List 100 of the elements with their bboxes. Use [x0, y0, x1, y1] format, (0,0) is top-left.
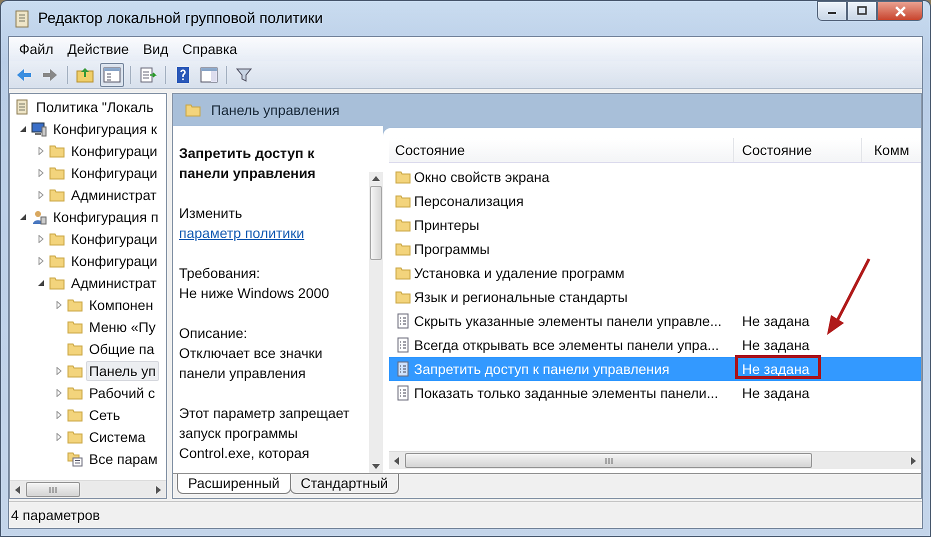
policy-name: Запретить доступ к панели управления: [414, 361, 670, 377]
grip-icon: [604, 458, 612, 464]
policy-name: Окно свойств экрана: [414, 169, 550, 185]
vertical-scrollbar[interactable]: [369, 172, 383, 473]
tree-item[interactable]: Конфигураци: [68, 251, 160, 271]
table-row[interactable]: Установка и удаление программ: [389, 261, 921, 285]
description-text: Отключает все значки панели управления: [179, 344, 324, 383]
expand-arrow-icon[interactable]: [55, 389, 63, 397]
folder-icon: [395, 169, 411, 185]
tree-item[interactable]: Компонен: [86, 295, 156, 315]
settings-list-icon: [67, 451, 83, 467]
setting-icon: [395, 337, 411, 353]
horizontal-scrollbar[interactable]: [10, 480, 166, 498]
menu-item[interactable]: Вид: [136, 41, 176, 57]
folder-icon: [395, 193, 411, 209]
scrollbar-thumb[interactable]: [370, 186, 382, 260]
close-icon: [894, 6, 906, 16]
tree-item[interactable]: Панель уп: [86, 361, 159, 381]
horizontal-scrollbar[interactable]: [389, 451, 921, 469]
column-header[interactable]: Состояние: [389, 138, 734, 162]
menu-item[interactable]: Справка: [175, 41, 244, 57]
panel-title: Панель управления: [211, 102, 340, 118]
folder-icon: [395, 217, 411, 233]
column-header[interactable]: Комм: [862, 138, 921, 162]
setting-icon: [395, 385, 411, 401]
scrollbar-thumb[interactable]: [26, 482, 80, 497]
menu-item[interactable]: Действие: [60, 41, 136, 57]
tree-item[interactable]: Сеть: [86, 405, 124, 425]
expand-arrow-icon[interactable]: [37, 257, 45, 265]
table-row[interactable]: Язык и региональные стандарты: [389, 285, 921, 309]
folder-icon: [395, 289, 411, 305]
table-row[interactable]: Программы: [389, 237, 921, 261]
folder-icon: [67, 385, 83, 401]
scrollbar-thumb[interactable]: [405, 453, 812, 468]
view-tab[interactable]: Расширенный: [177, 474, 291, 494]
table-row[interactable]: Принтеры: [389, 213, 921, 237]
description-details: Этот параметр запрещает запуск программы Control.exe, которая: [179, 404, 350, 463]
view-tab[interactable]: Стандартный: [290, 474, 399, 494]
policy-name: Персонализация: [414, 193, 524, 209]
policy-name: Язык и региональные стандарты: [414, 289, 628, 305]
collapse-arrow-icon[interactable]: [19, 125, 27, 133]
collapse-arrow-icon[interactable]: [37, 279, 45, 287]
menu-item[interactable]: Файл: [12, 41, 60, 57]
tree-item[interactable]: Конфигурация п: [50, 207, 162, 227]
scroll-icon: [14, 99, 30, 115]
folder-icon: [67, 341, 83, 357]
edit-setting-text: Изменить параметр политики: [179, 204, 306, 243]
expand-arrow-icon[interactable]: [37, 147, 45, 155]
tree-item[interactable]: Конфигураци: [68, 229, 160, 249]
policy-state: Не задана: [742, 313, 810, 329]
tree-item[interactable]: Рабочий с: [86, 383, 158, 403]
expand-arrow-icon[interactable]: [55, 301, 63, 309]
tree-item[interactable]: Администрат: [68, 273, 160, 293]
table-row[interactable]: Окно свойств экрана: [389, 165, 921, 189]
setting-icon: [395, 361, 411, 377]
tree-item[interactable]: Система: [86, 427, 148, 447]
minimize-button[interactable]: [817, 1, 847, 21]
expand-arrow-icon[interactable]: [37, 191, 45, 199]
requirements-label: Требования:: [179, 264, 262, 283]
tree-item[interactable]: Меню «Пу: [86, 317, 159, 337]
scroll-icon: [14, 10, 30, 28]
folder-icon: [49, 187, 65, 203]
tree-item[interactable]: Конфигураци: [68, 141, 160, 161]
tree-item[interactable]: Конфигурация к: [50, 119, 160, 139]
table-row[interactable]: Скрыть указанные элементы панели управле... Не задана: [389, 309, 921, 333]
tree-item[interactable]: Все парам: [86, 449, 161, 469]
tree-item[interactable]: Администрат: [68, 185, 160, 205]
setting-icon: [395, 313, 411, 329]
folder-icon: [185, 102, 201, 118]
tree-item[interactable]: Политика "Локаль: [33, 97, 156, 117]
expand-arrow-icon[interactable]: [55, 411, 63, 419]
policy-name: Показать только заданные элементы панели...: [414, 385, 718, 401]
user-icon: [31, 209, 47, 225]
tree-item[interactable]: Конфигураци: [68, 163, 160, 183]
console-tree-icon[interactable]: [100, 62, 124, 86]
folder-icon: [67, 407, 83, 423]
policy-name: Установка и удаление программ: [414, 265, 625, 281]
folder-icon: [67, 319, 83, 335]
column-header[interactable]: Состояние: [734, 138, 862, 162]
edit-policy-link[interactable]: параметр политики: [179, 225, 304, 241]
expand-arrow-icon[interactable]: [55, 367, 63, 375]
folder-icon: [49, 165, 65, 181]
folder-icon: [49, 275, 65, 291]
policy-name: Скрыть указанные элементы панели управле...: [414, 313, 722, 329]
close-button[interactable]: [877, 1, 923, 21]
policy-heading: Запретить доступ к панели управления: [179, 144, 317, 183]
description-label: Описание:: [179, 324, 248, 343]
tree-item[interactable]: Общие па: [86, 339, 158, 359]
expand-arrow-icon[interactable]: [37, 169, 45, 177]
table-row[interactable]: Персонализация: [389, 189, 921, 213]
table-row[interactable]: Показать только заданные элементы панели... Не задана: [389, 381, 921, 405]
folder-icon: [49, 253, 65, 269]
collapse-arrow-icon[interactable]: [19, 213, 27, 221]
grip-icon: [49, 486, 57, 492]
policy-state: Не задана: [742, 385, 810, 401]
expand-arrow-icon[interactable]: [37, 235, 45, 243]
expand-arrow-icon[interactable]: [55, 433, 63, 441]
maximize-button[interactable]: [847, 1, 877, 21]
table-row[interactable]: Всегда открывать все элементы панели упра... Не задана: [389, 333, 921, 357]
policy-state: Не задана: [742, 361, 810, 377]
